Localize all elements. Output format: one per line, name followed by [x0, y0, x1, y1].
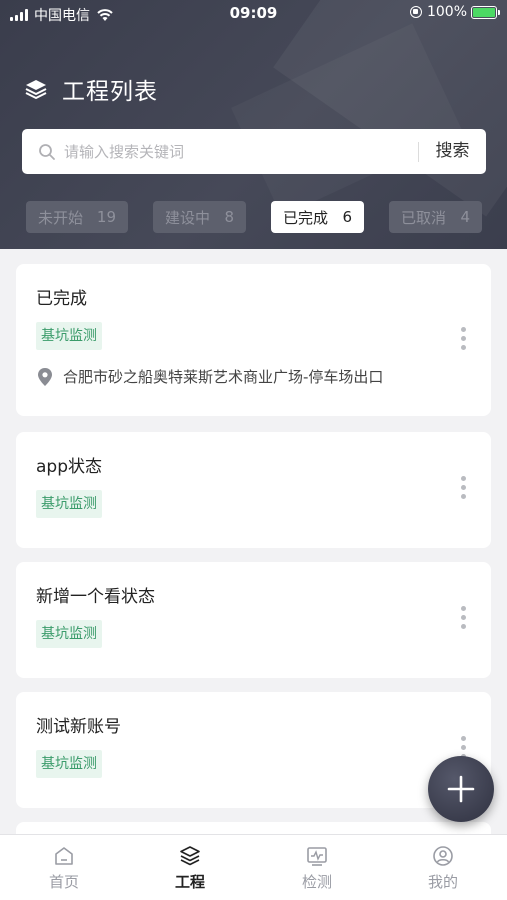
search-bar: 搜索	[22, 129, 486, 174]
tab-in-progress[interactable]: 建设中 8	[153, 201, 246, 233]
project-tag: 基坑监测	[36, 490, 102, 518]
nav-profile[interactable]: 我的	[403, 845, 483, 892]
project-location: 合肥市砂之船奥特莱斯艺术商业广场-停车场出口	[36, 366, 383, 387]
nav-label: 我的	[427, 873, 458, 891]
home-icon	[55, 847, 73, 865]
page-title: 工程列表	[62, 79, 158, 105]
nav-monitoring[interactable]: 检测	[277, 845, 357, 892]
layers-icon	[25, 80, 47, 99]
nav-projects[interactable]: 工程	[150, 845, 230, 892]
search-button[interactable]: 搜索	[419, 129, 486, 174]
orientation-lock-icon	[409, 6, 422, 18]
layers-icon	[180, 846, 200, 866]
status-bar: 中国电信 09:09 100%	[0, 0, 507, 28]
project-name: 测试新账号	[36, 717, 121, 737]
plus-icon	[447, 775, 475, 803]
tab-completed[interactable]: 已完成 6	[271, 201, 364, 233]
tab-count: 4	[460, 208, 470, 226]
more-options-icon[interactable]	[461, 606, 467, 629]
project-card[interactable]: 新增一个看状态 基坑监测	[16, 562, 491, 678]
add-project-button[interactable]	[428, 756, 494, 822]
monitor-icon	[307, 847, 327, 866]
more-options-icon[interactable]	[461, 327, 467, 350]
project-tag: 基坑监测	[36, 620, 102, 648]
header: 中国电信 09:09 100% 工程列表 搜索	[0, 0, 507, 249]
project-card[interactable]: 测试新账号 基坑监测	[16, 692, 491, 808]
project-card[interactable]: 已完成 基坑监测 合肥市砂之船奥特莱斯艺术商业广场-停车场出口	[16, 264, 491, 416]
project-tag: 基坑监测	[36, 750, 102, 778]
tab-label: 未开始	[38, 208, 84, 227]
search-input[interactable]	[64, 142, 384, 161]
battery-percent: 100%	[426, 4, 467, 20]
tab-count: 8	[224, 208, 234, 226]
project-card[interactable]: app状态 基坑监测	[16, 432, 491, 548]
tab-label: 建设中	[165, 208, 211, 227]
bottom-nav: 首页 工程 检测 我的	[0, 834, 507, 900]
tab-label: 已完成	[283, 208, 329, 227]
location-text: 合肥市砂之船奥特莱斯艺术商业广场-停车场出口	[63, 368, 384, 386]
project-name: 新增一个看状态	[36, 587, 155, 607]
tab-label: 已取消	[401, 208, 447, 227]
nav-label: 首页	[48, 873, 79, 891]
project-tag: 基坑监测	[36, 322, 102, 350]
search-icon	[39, 143, 55, 160]
battery-icon	[471, 5, 500, 19]
tab-cancelled[interactable]: 已取消 4	[389, 201, 482, 233]
tab-not-started[interactable]: 未开始 19	[26, 201, 128, 233]
nav-label: 工程	[174, 873, 205, 891]
status-tabs: 未开始 19 建设中 8 已完成 6 已取消 4	[26, 201, 482, 233]
tab-count: 6	[342, 208, 352, 226]
project-name: 已完成	[36, 289, 87, 309]
tab-count: 19	[96, 208, 116, 226]
more-options-icon[interactable]	[461, 476, 467, 499]
nav-home[interactable]: 首页	[24, 845, 104, 892]
nav-label: 检测	[301, 873, 332, 891]
location-pin-icon	[38, 367, 52, 386]
project-name: app状态	[36, 457, 102, 477]
page-header: 工程列表	[24, 72, 158, 106]
user-icon	[433, 846, 453, 866]
